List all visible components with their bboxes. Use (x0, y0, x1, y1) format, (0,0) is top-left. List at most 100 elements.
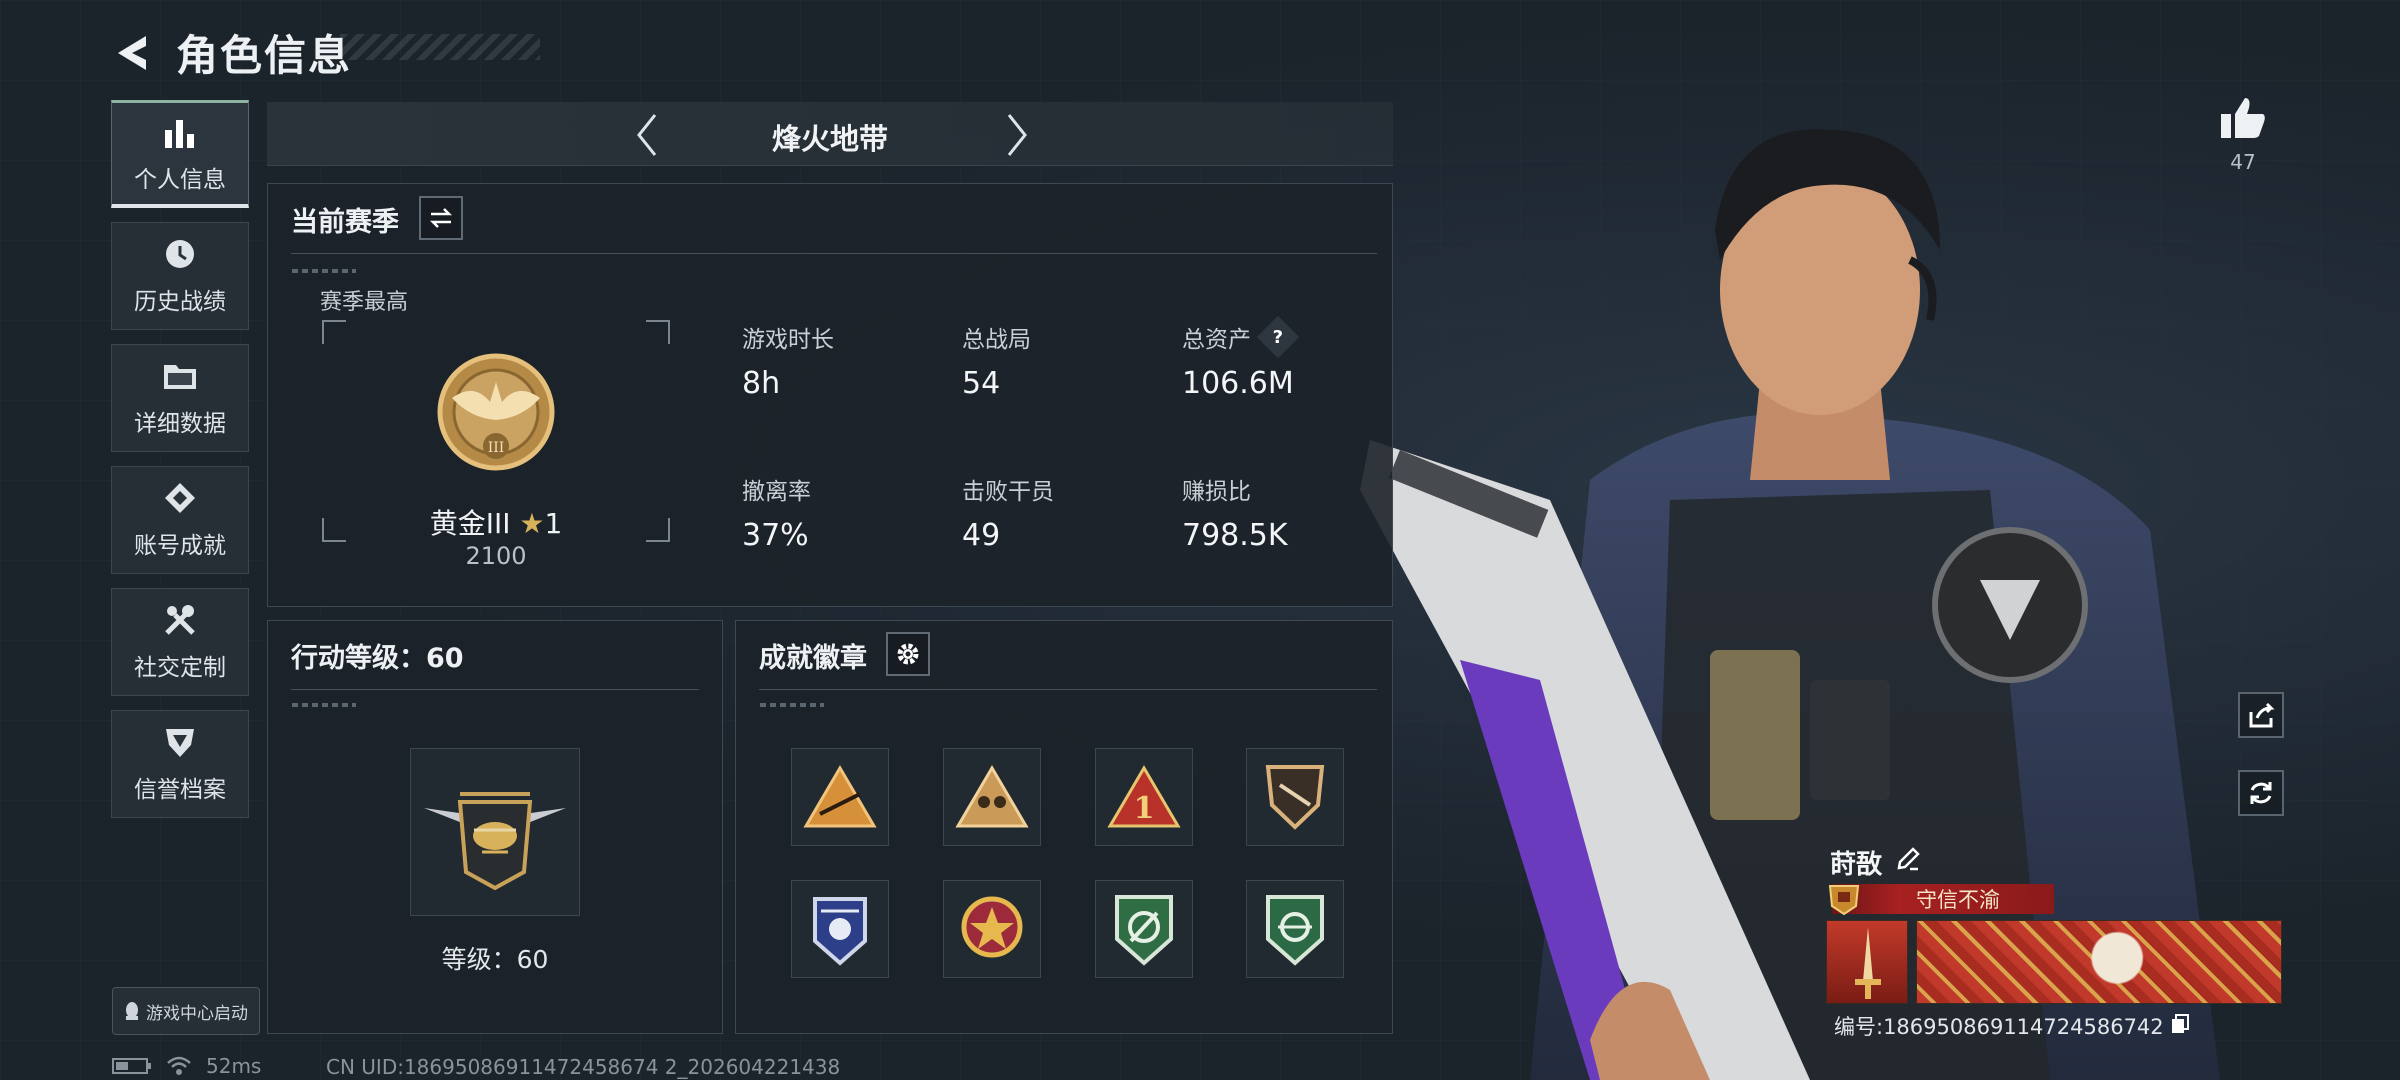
decoration-dots (292, 269, 356, 273)
uid-text: CN UID:18695086911472458674 2_2026042214… (326, 1055, 841, 1079)
sidebar-item-label: 社交定制 (134, 655, 226, 681)
badge-settings-button[interactable] (886, 632, 930, 676)
stat-total-assets: 总资产 ? 106.6M (1182, 315, 1300, 401)
stat-label: 总战局 (962, 327, 1031, 353)
like-widget[interactable]: 47 (2218, 96, 2268, 174)
sidebar-item-social[interactable]: 社交定制 (111, 588, 249, 696)
sidebar-item-label: 信誉档案 (134, 777, 226, 803)
question-icon: ? (1272, 326, 1284, 348)
title-medal-icon (1828, 885, 1860, 916)
season-title: 当前赛季 (291, 207, 399, 238)
frame-corner (322, 320, 346, 344)
stat-value: 54 (962, 366, 1001, 401)
share-button[interactable] (2238, 692, 2284, 738)
sidebar-item-label: 历史战绩 (134, 289, 226, 315)
rank-name-row: 黄金III ★1 (322, 502, 670, 542)
achievement-badge[interactable] (943, 748, 1041, 846)
stat-label: 游戏时长 (742, 327, 834, 353)
sidebar: 个人信息 历史战绩 详细数据 账号成就 社交定制 信誉档案 (111, 100, 249, 832)
rank-score: 2100 (465, 542, 527, 570)
helicopter-emblem-icon (424, 792, 566, 891)
decoration-dots (760, 703, 824, 707)
title-decoration (340, 34, 540, 60)
player-name-row: 莳敔 (1830, 844, 1920, 881)
header: 角色信息 (110, 22, 352, 83)
back-button[interactable] (110, 31, 154, 75)
sidebar-item-label: 详细数据 (134, 411, 226, 437)
decoration-dots (292, 703, 356, 707)
achievement-badge[interactable] (791, 748, 889, 846)
mode-name: 烽火地带 (771, 122, 888, 156)
stat-value: 106.6M (1182, 366, 1294, 401)
sidebar-item-reputation[interactable]: 信誉档案 (111, 710, 249, 818)
sidebar-item-label: 个人信息 (134, 166, 226, 193)
history-icon (162, 236, 198, 272)
achievement-badge[interactable] (791, 880, 889, 978)
stat-total-matches: 总战局 54 (962, 320, 1031, 401)
mode-switcher: 烽火地带 (267, 102, 1393, 166)
sidebar-item-achievements[interactable]: 账号成就 (111, 466, 249, 574)
copy-icon (2171, 1013, 2189, 1033)
stat-play-time: 游戏时长 8h (742, 320, 834, 401)
sidebar-item-profile[interactable]: 个人信息 (111, 100, 249, 208)
pencil-icon (1897, 847, 1920, 871)
sidebar-item-details[interactable]: 详细数据 (111, 344, 249, 452)
achievement-badge[interactable] (943, 880, 1041, 978)
back-arrow-icon (118, 35, 146, 70)
svg-text:1: 1 (1134, 791, 1155, 826)
bar-chart-icon (162, 114, 198, 150)
tools-icon (162, 602, 198, 638)
triangle-squad-badge-icon (955, 765, 1029, 828)
player-name: 莳敔 (1830, 850, 1883, 880)
chevron-right-icon (1007, 114, 1027, 156)
namecard-banner (1916, 920, 2282, 1004)
rank-name: 黄金III (429, 507, 511, 540)
stat-label: 击败干员 (962, 479, 1054, 505)
stat-label-row: 总资产 ? (1182, 315, 1300, 359)
triangle-sniper-badge-icon (803, 765, 877, 828)
badges-title: 成就徽章 (759, 643, 867, 674)
help-button[interactable]: ? (1256, 315, 1300, 359)
stat-label: 总资产 (1182, 327, 1251, 353)
mode-next-button[interactable] (997, 112, 1037, 158)
level-label: 等级：60 (441, 945, 549, 974)
star-icon: ★ (519, 507, 545, 540)
folder-icon (162, 358, 198, 394)
sidebar-item-history[interactable]: 历史战绩 (111, 222, 249, 330)
sword-icon (1855, 927, 1881, 999)
page-title: 角色信息 (176, 31, 353, 80)
battery-icon (112, 1058, 151, 1074)
season-switch-button[interactable] (419, 196, 463, 240)
gold-rank-emblem-icon: III (437, 353, 555, 471)
stat-label: 赚损比 (1182, 479, 1251, 505)
stat-operators-defeated: 击败干员 49 (962, 472, 1054, 553)
shield-rifle-badge-icon (1265, 765, 1325, 830)
achievement-badge[interactable] (1095, 880, 1193, 978)
stat-extraction-rate: 撤离率 37% (742, 472, 811, 553)
launch-label: 游戏中心启动 (146, 1003, 248, 1024)
blue-shield-badge-icon (813, 897, 867, 966)
achievement-badge[interactable] (1246, 880, 1344, 978)
stat-value: 8h (742, 366, 781, 401)
copy-button[interactable] (2170, 1013, 2190, 1040)
green-shield-badge-icon (1115, 895, 1173, 966)
triangle-first-badge-icon: 1 (1107, 765, 1181, 828)
divider (759, 689, 1377, 690)
divider (291, 689, 699, 690)
star-medal-badge-icon (961, 896, 1023, 958)
swap-icon (429, 208, 453, 228)
player-serial: 编号:186950869114724586742 (1834, 1015, 2164, 1039)
refresh-button[interactable] (2238, 770, 2284, 816)
achievement-badge[interactable]: 1 (1095, 748, 1193, 846)
sidebar-item-label: 账号成就 (134, 533, 226, 559)
wifi-icon (167, 1056, 191, 1075)
achievement-badge[interactable] (1246, 748, 1344, 846)
stat-label: 撤离率 (742, 479, 811, 505)
share-icon (2249, 702, 2275, 728)
namecard-emblem (1826, 920, 1908, 1004)
green-target-badge-icon (1266, 895, 1324, 966)
like-count: 47 (2230, 150, 2256, 174)
status-footer: 52ms (112, 1054, 261, 1078)
edit-name-button[interactable] (1896, 847, 1920, 878)
game-center-launch-button[interactable]: 游戏中心启动 (112, 987, 260, 1035)
